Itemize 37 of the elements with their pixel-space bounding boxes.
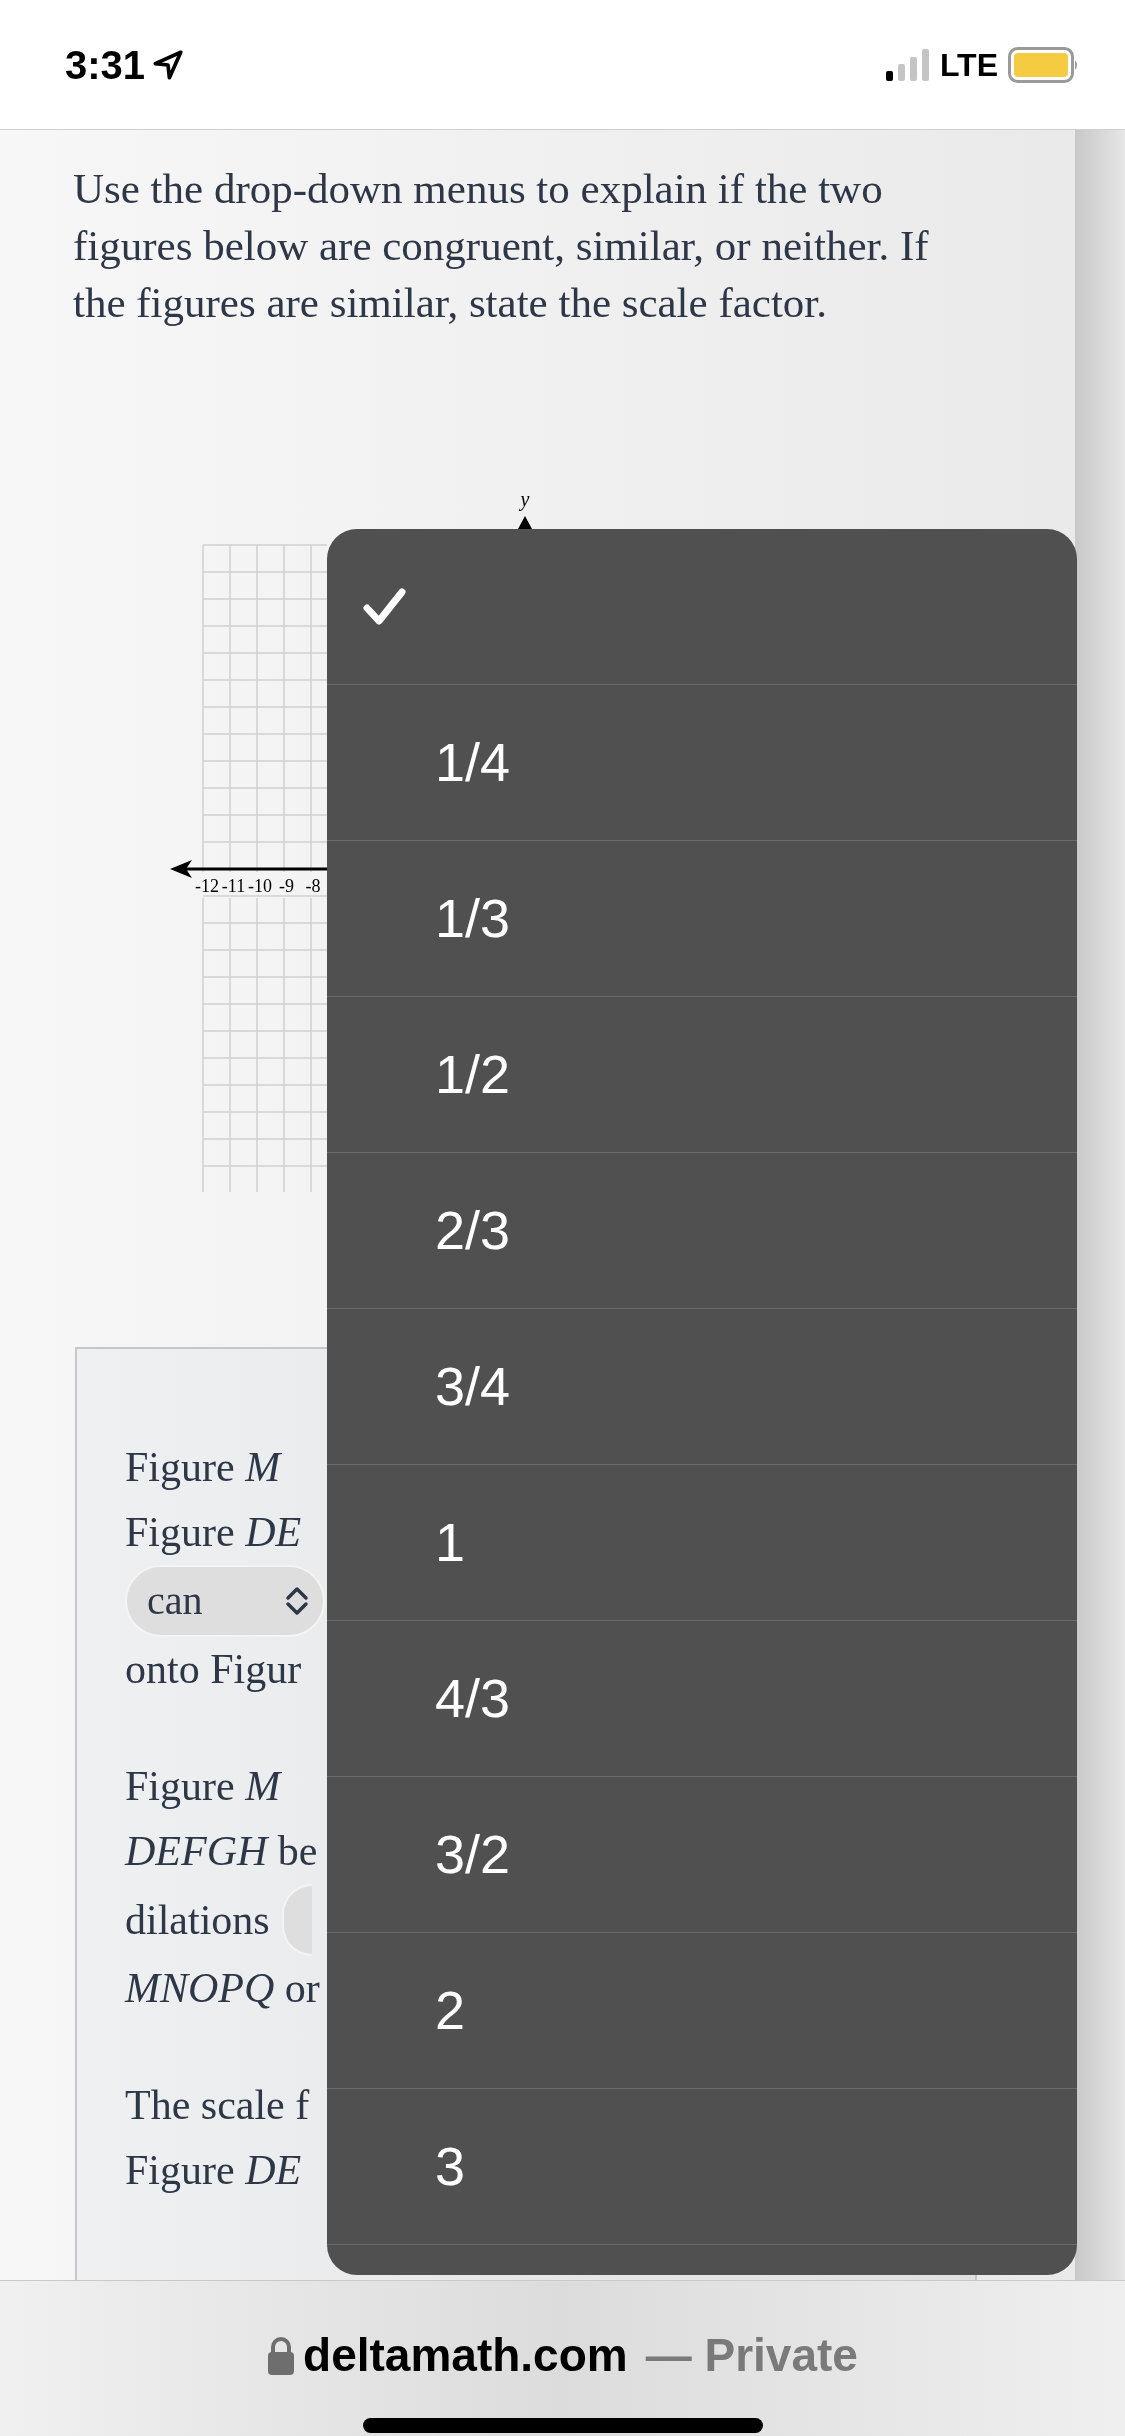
- signal-icon: [885, 48, 930, 81]
- menu-option[interactable]: 2: [327, 1933, 1077, 2089]
- menu-option[interactable]: 1/2: [327, 997, 1077, 1153]
- clock-time: 3:31: [65, 41, 146, 89]
- axis-tick-label: -10: [248, 876, 272, 896]
- axis-tick-label: -11: [221, 876, 246, 896]
- lock-icon: [267, 2335, 296, 2376]
- location-arrow-icon: [151, 47, 186, 82]
- answer-text: dilations: [125, 1895, 270, 1945]
- network-label: LTE: [939, 45, 998, 85]
- answer-text: Figure M: [125, 1762, 281, 1811]
- axis-tick-label: -12: [195, 876, 219, 896]
- axis-label: y: [520, 488, 530, 510]
- answer-text: onto Figur: [125, 1645, 302, 1694]
- axis-tick-label: -8: [305, 876, 321, 896]
- dropdown-select[interactable]: can: [125, 1565, 325, 1637]
- menu-option[interactable]: 3/4: [327, 1309, 1077, 1465]
- menu-option[interactable]: 1/3: [327, 841, 1077, 997]
- menu-option[interactable]: 4/3: [327, 1621, 1077, 1777]
- menu-option[interactable]: 3/2: [327, 1777, 1077, 1933]
- chevron-up-down-icon: [285, 1584, 309, 1618]
- answer-text: Figure M: [125, 1443, 281, 1492]
- instruction-text: Use the drop-down menus to explain if the two figures below are congruent, similar, or neither. If the figures are similar, state the scale factor.: [73, 164, 930, 328]
- menu-option[interactable]: 1/4: [327, 685, 1077, 841]
- answer-text: Figure DE: [125, 2146, 302, 2195]
- answer-text: DEFGH be: [125, 1827, 318, 1876]
- axis-tick-label: -9: [279, 876, 294, 896]
- checkmark-icon: [362, 586, 407, 627]
- menu-option[interactable]: 2/3: [327, 1153, 1077, 1309]
- menu-option[interactable]: 3: [327, 2089, 1077, 2245]
- domain-text: deltamath.com: [303, 2328, 628, 2383]
- menu-option[interactable]: 1: [327, 1465, 1077, 1621]
- answer-text: MNOPQ or: [125, 1964, 320, 2013]
- answer-text: The scale f: [125, 2081, 310, 2130]
- battery-icon: [1008, 46, 1080, 83]
- answer-text: Figure DE: [125, 1508, 302, 1557]
- private-label: — Private: [645, 2328, 858, 2383]
